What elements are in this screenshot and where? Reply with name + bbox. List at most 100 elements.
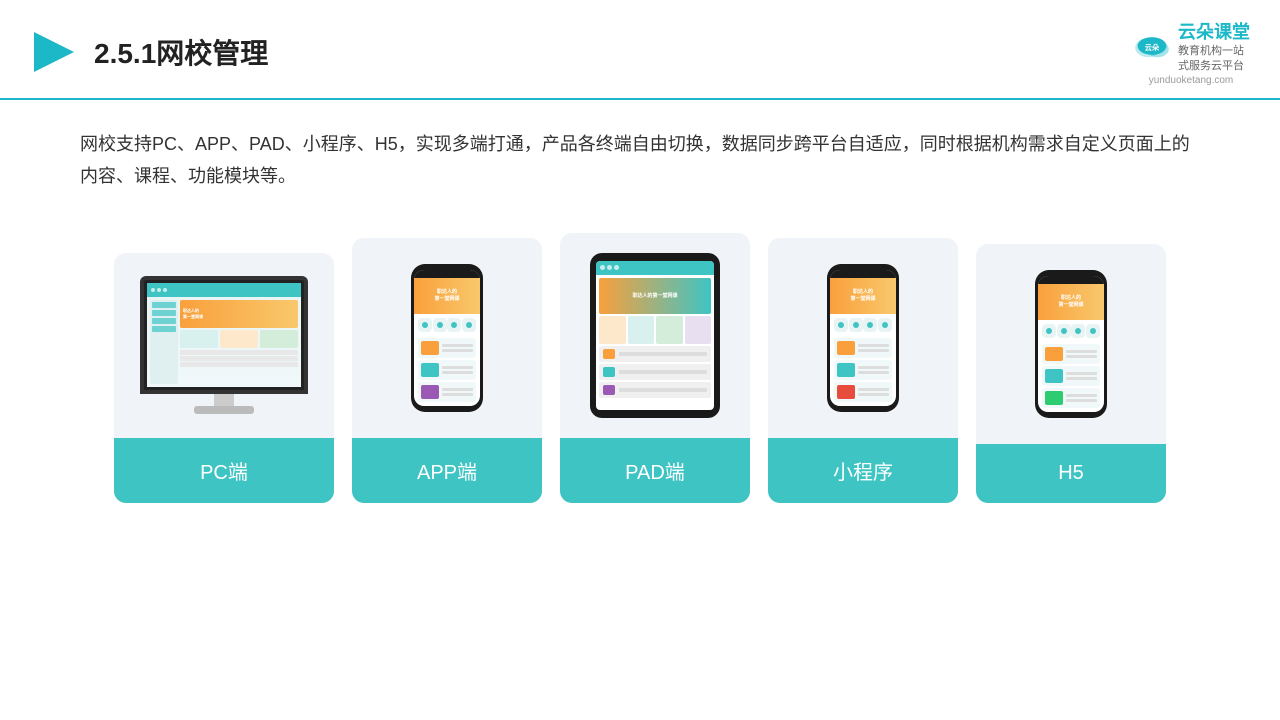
mini-lines-1: [858, 344, 889, 352]
card-pad: 职达人的第一堂网课: [560, 233, 750, 503]
monitor-main: 职达人的第一堂网课: [180, 300, 298, 384]
h5-line-2a: [1066, 372, 1097, 375]
phone-notch-h5: [1060, 276, 1082, 282]
phone-notch-app: [436, 270, 458, 276]
h5-list-card-2: [1042, 366, 1100, 386]
mini-dot-3: [867, 322, 873, 328]
monitor-banner: 职达人的第一堂网课: [180, 300, 298, 328]
h5-icon-4: [1086, 324, 1100, 338]
pc-label: PC端: [114, 438, 334, 503]
phone-banner-text-mini: 职达人的第一堂网课: [846, 289, 879, 302]
monitor-bar: [147, 283, 301, 297]
tablet-dot-2: [607, 265, 612, 270]
monitor-sidebar: [150, 300, 178, 384]
h5-label: H5: [976, 444, 1166, 503]
h5-dot-1: [1046, 328, 1052, 334]
monitor-dot-1: [151, 288, 155, 292]
monitor-screen-inner: 职达人的第一堂网课: [147, 283, 301, 387]
phone-icons-app: [414, 314, 480, 336]
phone-list-app: [414, 336, 480, 406]
mini-line-1b: [858, 349, 889, 352]
phone-list-h5: [1038, 342, 1104, 412]
phone-line-1a: [442, 344, 473, 347]
card-pc: 职达人的第一堂网课: [114, 253, 334, 503]
monitor-cards: [180, 330, 298, 348]
monitor-base: [194, 406, 254, 414]
mini-label: 小程序: [768, 438, 958, 503]
phone-banner-mini: 职达人的第一堂网课: [830, 278, 896, 314]
phone-body-app: 职达人的第一堂网课: [411, 264, 483, 412]
phone-icons-mini: [830, 314, 896, 336]
phone-line-2a: [442, 366, 473, 369]
tablet-line-2: [619, 370, 707, 374]
mini-lines-2: [858, 366, 889, 374]
phone-list-mini: [830, 336, 896, 406]
mini-phone: 职达人的第一堂网课: [827, 264, 899, 412]
mini-line-2b: [858, 371, 889, 374]
mini-lines-3: [858, 388, 889, 396]
h5-line-1b: [1066, 355, 1097, 358]
tablet-line-1: [619, 352, 707, 356]
monitor-list-1: [180, 350, 298, 355]
cloud-icon: 云朵: [1132, 31, 1172, 61]
tablet-banner-text: 职达人的第一堂网课: [632, 292, 677, 299]
tablet-cards: [599, 316, 711, 344]
h5-thumb-1: [1045, 347, 1063, 361]
phone-line-1b: [442, 349, 473, 352]
h5-lines-2: [1066, 372, 1097, 380]
monitor-card-1: [180, 330, 218, 348]
phone-line-3a: [442, 388, 473, 391]
phone-icon-4: [462, 318, 476, 332]
tablet-thumb-1: [603, 349, 615, 359]
pad-tablet: 职达人的第一堂网课: [590, 253, 720, 418]
monitor-dot-3: [163, 288, 167, 292]
phone-icons-h5: [1038, 320, 1104, 342]
mini-icon-4: [878, 318, 892, 332]
card-h5: 职达人的第一堂网课: [976, 244, 1166, 503]
mini-thumb-2: [837, 363, 855, 377]
monitor-screen: 职达人的第一堂网课: [144, 280, 304, 390]
tablet-body: 职达人的第一堂网课: [590, 253, 720, 418]
phone-body-h5: 职达人的第一堂网课: [1035, 270, 1107, 418]
cards-container: 职达人的第一堂网课: [0, 203, 1280, 533]
tablet-dot-1: [600, 265, 605, 270]
mini-line-3a: [858, 388, 889, 391]
tablet-line-3: [619, 388, 707, 392]
icon-dot-3: [451, 322, 457, 328]
app-phone: 职达人的第一堂网课: [411, 264, 483, 412]
sidebar-item-1: [152, 302, 176, 308]
tablet-card-2: [628, 316, 655, 344]
phone-line-2b: [442, 371, 473, 374]
mini-dot-2: [853, 322, 859, 328]
tablet-dot-3: [614, 265, 619, 270]
h5-list-card-3: [1042, 388, 1100, 408]
h5-list-card-1: [1042, 344, 1100, 364]
icon-dot-2: [437, 322, 443, 328]
tablet-banner: 职达人的第一堂网课: [599, 278, 711, 314]
mini-line-3b: [858, 393, 889, 396]
tablet-thumb-2: [603, 367, 615, 377]
monitor-list-3: [180, 362, 298, 367]
tablet-content: 职达人的第一堂网课: [596, 275, 714, 410]
pad-label: PAD端: [560, 438, 750, 503]
h5-image-area: 职达人的第一堂网课: [976, 244, 1166, 444]
tablet-card-1: [599, 316, 626, 344]
phone-lines-3: [442, 388, 473, 396]
h5-icon-3: [1071, 324, 1085, 338]
pad-image-area: 职达人的第一堂网课: [560, 233, 750, 438]
description-text: 网校支持PC、APP、PAD、小程序、H5，实现多端打通，产品各终端自由切换，数…: [0, 100, 1280, 203]
phone-banner-text-app: 职达人的第一堂网课: [430, 289, 463, 302]
phone-banner-app: 职达人的第一堂网课: [414, 278, 480, 314]
monitor-dot-2: [157, 288, 161, 292]
mini-list-card-1: [834, 338, 892, 358]
tablet-card-3: [656, 316, 683, 344]
page-title: 2.5.1网校管理: [94, 32, 268, 72]
header: 2.5.1网校管理 云朵 云朵课堂 教育机构一站式服务云平台 yunduoket…: [0, 0, 1280, 100]
header-left: 2.5.1网校管理: [30, 28, 268, 76]
tablet-rows: [599, 346, 711, 398]
phone-icon-3: [447, 318, 461, 332]
pc-image-area: 职达人的第一堂网课: [114, 253, 334, 438]
monitor-card-2: [220, 330, 258, 348]
monitor-list-2: [180, 356, 298, 361]
mini-dot-1: [838, 322, 844, 328]
